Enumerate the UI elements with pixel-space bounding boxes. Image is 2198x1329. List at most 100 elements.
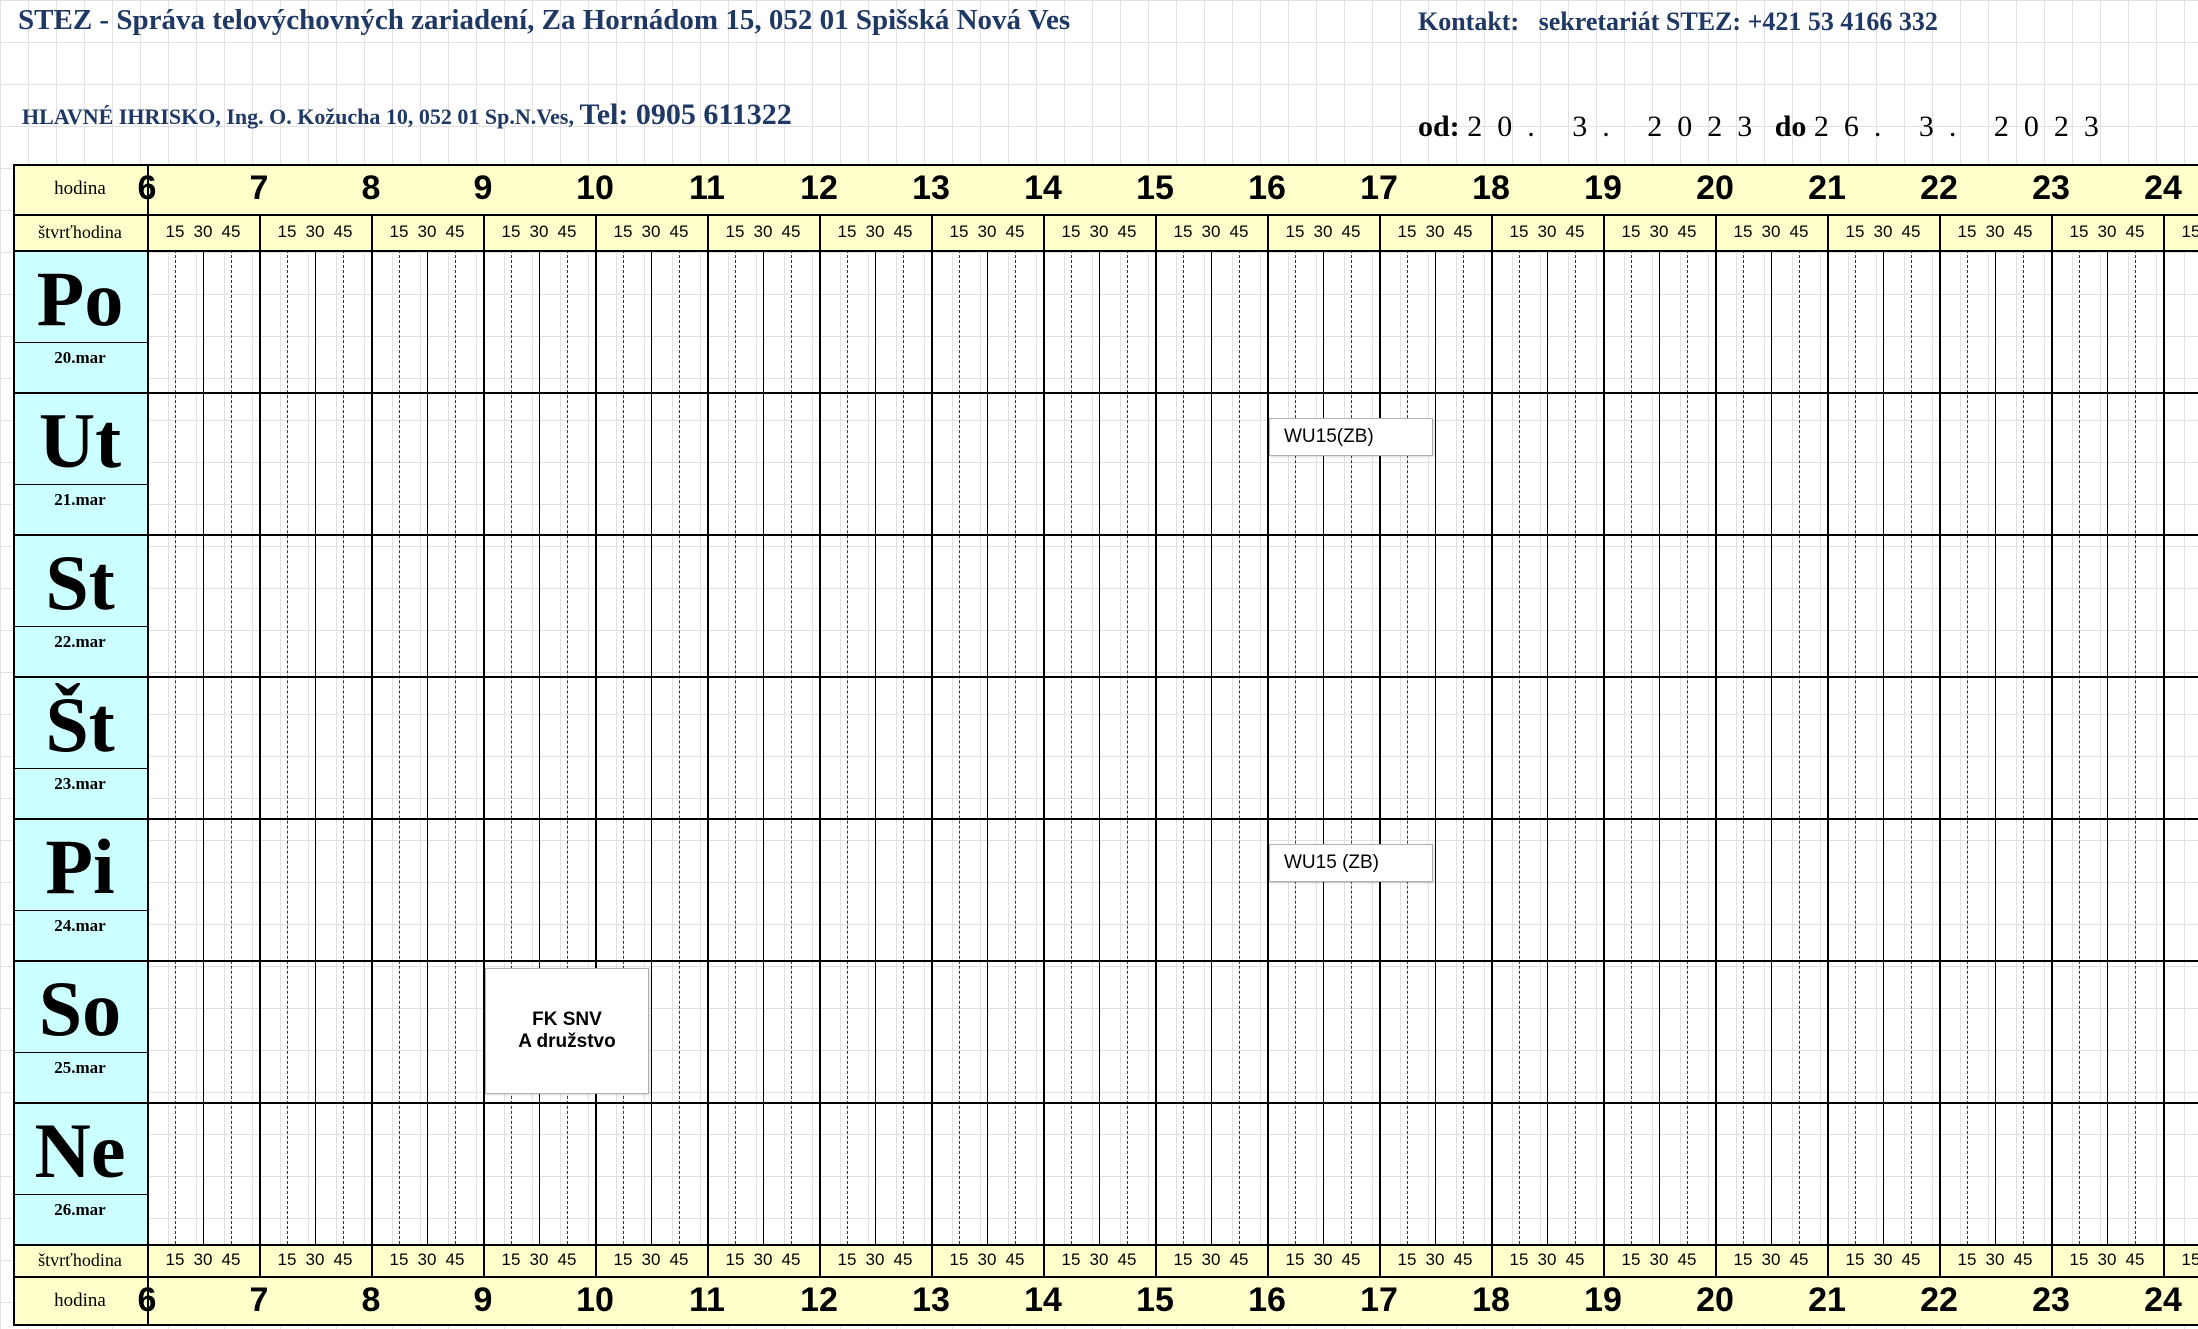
day-divider bbox=[13, 626, 147, 627]
quarter-line bbox=[427, 250, 428, 1244]
day-name: Št bbox=[45, 681, 115, 768]
hour-line bbox=[595, 214, 597, 1276]
quarter-number-bottom: 30 bbox=[1985, 1250, 2005, 1269]
quarter-label: štvrťhodina bbox=[38, 221, 122, 242]
reservation-label: WU15 (ZB) bbox=[1284, 852, 1379, 873]
reservation-block[interactable]: WU15 (ZB) bbox=[1269, 844, 1433, 882]
hour-number: 10 bbox=[576, 169, 614, 207]
quarter-number-bottom: 45 bbox=[221, 1250, 241, 1269]
quarter-number-bottom: 15 bbox=[725, 1250, 745, 1269]
hour-number: 12 bbox=[800, 169, 838, 207]
quarter-number: 15 bbox=[1621, 222, 1641, 241]
hour-number: 7 bbox=[249, 169, 269, 207]
quarter-number-bottom: 30 bbox=[865, 1250, 885, 1269]
quarter-number: 30 bbox=[529, 222, 549, 241]
hour-label-bottom: hodina bbox=[54, 1290, 106, 1311]
hour-number: 14 bbox=[1024, 169, 1062, 207]
venue-phone: Tel: 0905 611322 bbox=[579, 98, 792, 131]
hour-number-bottom: 16 bbox=[1248, 1281, 1286, 1319]
quarter-number-bottom: 45 bbox=[1117, 1250, 1137, 1269]
quarter-number-bottom: 30 bbox=[977, 1250, 997, 1269]
hour-label: hodina bbox=[54, 178, 106, 199]
quarter-number-bottom: 30 bbox=[641, 1250, 661, 1269]
quarter-number-bottom: 30 bbox=[417, 1250, 437, 1269]
quarter-number-bottom: 15 bbox=[2181, 1250, 2198, 1269]
quarter-line bbox=[1295, 250, 1296, 1244]
quarter-number-bottom: 30 bbox=[193, 1250, 213, 1269]
quarter-number: 45 bbox=[1677, 222, 1697, 241]
quarter-number-bottom: 15 bbox=[613, 1250, 633, 1269]
quarter-number: 15 bbox=[1845, 222, 1865, 241]
quarter-line bbox=[1211, 250, 1212, 1244]
quarter-number: 45 bbox=[2125, 222, 2145, 241]
quarter-number: 45 bbox=[893, 222, 913, 241]
quarter-number-bottom: 15 bbox=[1621, 1250, 1641, 1269]
day-name: Ut bbox=[38, 397, 122, 484]
page-title: STEZ - Správa telovýchovných zariadení, … bbox=[18, 4, 1071, 36]
hour-number-bottom: 10 bbox=[576, 1281, 614, 1319]
quarter-line bbox=[763, 250, 764, 1244]
hour-footer-band bbox=[13, 1276, 2198, 1326]
quarter-number: 30 bbox=[753, 222, 773, 241]
quarter-number: 15 bbox=[277, 222, 297, 241]
day-divider bbox=[13, 484, 147, 485]
quarter-number-bottom: 45 bbox=[781, 1250, 801, 1269]
from-date: 20. 3. 2023 bbox=[1467, 110, 1768, 143]
day-date: 22.mar bbox=[54, 632, 106, 651]
quarter-line bbox=[175, 250, 176, 1244]
quarter-line bbox=[1547, 250, 1548, 1244]
quarter-line bbox=[1239, 250, 1240, 1244]
quarter-number: 15 bbox=[613, 222, 633, 241]
quarter-number: 30 bbox=[1313, 222, 1333, 241]
hour-number-bottom: 13 bbox=[912, 1281, 950, 1319]
quarter-number: 45 bbox=[1565, 222, 1585, 241]
quarter-number-bottom: 45 bbox=[557, 1250, 577, 1269]
quarter-line bbox=[987, 250, 988, 1244]
quarter-number: 15 bbox=[1509, 222, 1529, 241]
day-date: 26.mar bbox=[54, 1200, 106, 1219]
quarter-number-bottom: 15 bbox=[949, 1250, 969, 1269]
venue-info: HLAVNÉ IHRISKO, Ing. O. Kožucha 10, 052 … bbox=[22, 98, 792, 132]
quarter-line bbox=[287, 250, 288, 1244]
day-date: 25.mar bbox=[54, 1058, 106, 1077]
hour-line bbox=[1827, 214, 1829, 1276]
quarter-line bbox=[2023, 250, 2024, 1244]
quarter-number: 45 bbox=[1341, 222, 1361, 241]
hour-line bbox=[1603, 214, 1605, 1276]
quarter-line bbox=[1323, 250, 1324, 1244]
quarter-number-bottom: 15 bbox=[277, 1250, 297, 1269]
quarter-number: 30 bbox=[305, 222, 325, 241]
hour-number-bottom: 7 bbox=[249, 1281, 269, 1319]
quarter-number-bottom: 45 bbox=[1677, 1250, 1697, 1269]
quarter-number: 15 bbox=[2069, 222, 2089, 241]
quarter-number-bottom: 15 bbox=[389, 1250, 409, 1269]
quarter-line bbox=[1463, 250, 1464, 1244]
quarter-number: 30 bbox=[977, 222, 997, 241]
hour-number: 18 bbox=[1472, 169, 1510, 207]
quarter-line bbox=[623, 250, 624, 1244]
quarter-number: 45 bbox=[1901, 222, 1921, 241]
quarter-line bbox=[567, 250, 568, 1244]
quarter-number-bottom: 30 bbox=[529, 1250, 549, 1269]
grid-row-line bbox=[13, 1324, 2198, 1326]
quarter-number: 45 bbox=[1453, 222, 1473, 241]
hour-number: 23 bbox=[2032, 169, 2070, 207]
quarter-line bbox=[791, 250, 792, 1244]
quarter-number-bottom: 30 bbox=[1313, 1250, 1333, 1269]
reservation-block[interactable]: WU15(ZB) bbox=[1269, 418, 1433, 456]
hour-number-bottom: 21 bbox=[1808, 1281, 1846, 1319]
quarter-number: 15 bbox=[1733, 222, 1753, 241]
quarter-number: 30 bbox=[1537, 222, 1557, 241]
quarter-number-bottom: 45 bbox=[2125, 1250, 2145, 1269]
quarter-number: 30 bbox=[865, 222, 885, 241]
quarter-line bbox=[1631, 250, 1632, 1244]
quarter-line bbox=[1127, 250, 1128, 1244]
quarter-line bbox=[1911, 250, 1912, 1244]
hour-number: 17 bbox=[1360, 169, 1398, 207]
hour-line bbox=[819, 214, 821, 1276]
from-label: od: bbox=[1418, 110, 1460, 143]
reservation-label: WU15(ZB) bbox=[1284, 426, 1374, 447]
hour-number: 9 bbox=[473, 169, 493, 207]
reservation-block[interactable]: FK SNV A družstvo bbox=[485, 968, 649, 1094]
quarter-line bbox=[1183, 250, 1184, 1244]
